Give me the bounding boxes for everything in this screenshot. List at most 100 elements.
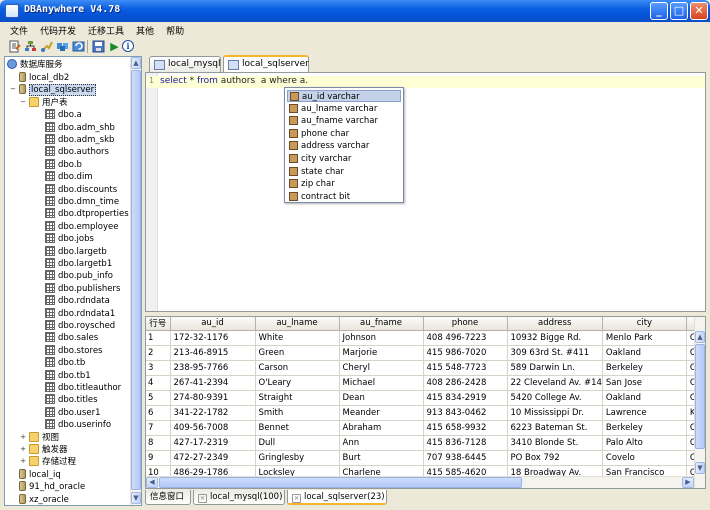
tree-item[interactable]: dbo.pub_info bbox=[45, 270, 113, 282]
table-row[interactable]: 7 409-56-7008 Bennet Abraham 415 658-9932 622… bbox=[146, 420, 703, 436]
tree-item[interactable]: dbo.tb bbox=[45, 357, 85, 369]
tree-item[interactable]: dbo.adm_skb bbox=[45, 134, 114, 146]
table-cell[interactable]: 3410 Blonde St. bbox=[507, 435, 603, 451]
table-cell[interactable]: Berkeley bbox=[602, 420, 687, 436]
tree-expander-icon[interactable]: + bbox=[19, 458, 27, 466]
schema-icon[interactable] bbox=[24, 40, 37, 53]
table-cell[interactable]: 415 836-7128 bbox=[423, 435, 508, 451]
table-cell[interactable]: 707 938-6445 bbox=[423, 450, 508, 466]
tree-root[interactable]: 数据库服务 bbox=[7, 59, 63, 71]
table-cell[interactable]: 10932 Bigge Rd. bbox=[507, 330, 603, 346]
tab-local-mysql[interactable]: local_mysql bbox=[149, 56, 221, 72]
column-header[interactable]: 行号 bbox=[146, 317, 171, 331]
tree-item[interactable]: dbo.b bbox=[45, 158, 82, 171]
table-cell[interactable]: 5 bbox=[146, 390, 171, 406]
minimize-button[interactable]: _ bbox=[650, 2, 668, 20]
table-row[interactable]: 2 213-46-8915 Green Marjorie 415 986-7020 309… bbox=[146, 345, 703, 361]
table-cell[interactable]: 341-22-1782 bbox=[170, 405, 256, 421]
autocomplete-item[interactable]: au_fname varchar bbox=[287, 115, 401, 127]
tree-item[interactable]: local_sqlserver − bbox=[10, 84, 97, 97]
table-cell[interactable]: 415 986-7020 bbox=[423, 345, 508, 361]
column-header[interactable]: address bbox=[507, 317, 603, 331]
tree-item[interactable]: local_iq bbox=[19, 468, 61, 481]
tab-info-window[interactable]: 信息窗口 bbox=[145, 490, 191, 505]
tree-item[interactable]: 存储过程 + bbox=[20, 456, 76, 468]
tab-local-sqlserver[interactable]: local_sqlserver bbox=[223, 55, 309, 73]
tree-item[interactable]: dbo.a bbox=[45, 109, 82, 121]
grid-horizontal-scrollbar[interactable]: ◀ ▶ bbox=[146, 476, 694, 488]
table-cell[interactable]: Straight bbox=[255, 390, 340, 406]
disconnect-icon[interactable] bbox=[56, 40, 69, 53]
info-icon[interactable]: i bbox=[122, 40, 134, 52]
tab-result-local-sqlserver[interactable]: ✕ local_sqlserver(23) bbox=[287, 490, 387, 505]
column-header[interactable]: au_fname bbox=[339, 317, 424, 331]
table-cell[interactable]: Ann bbox=[339, 435, 424, 451]
table-cell[interactable]: PO Box 792 bbox=[507, 450, 603, 466]
refresh-icon[interactable] bbox=[72, 40, 85, 53]
table-cell[interactable]: 408 496-7223 bbox=[423, 330, 508, 346]
table-row[interactable]: 4 267-41-2394 O'Leary Michael 408 286-2428 22… bbox=[146, 375, 703, 391]
table-cell[interactable]: 22 Cleveland Av. #14 bbox=[507, 375, 603, 391]
grid-scroll-up-button[interactable]: ▲ bbox=[695, 331, 705, 343]
sql-editor[interactable]: 1 select * from authors a where a. au_id… bbox=[145, 72, 706, 312]
table-row[interactable]: 6 341-22-1782 Smith Meander 913 843-0462 10 M… bbox=[146, 405, 703, 421]
table-cell[interactable]: 9 bbox=[146, 450, 171, 466]
tree-item[interactable]: xz_oracle bbox=[19, 493, 69, 505]
tree-item[interactable]: 91_hd_oracle bbox=[19, 481, 85, 493]
tree-item[interactable]: dbo.dmn_time bbox=[45, 196, 119, 208]
table-cell[interactable]: Smith bbox=[255, 405, 340, 421]
new-script-icon[interactable] bbox=[8, 40, 21, 53]
tree-item[interactable]: dbo.dtproperties bbox=[45, 208, 129, 220]
table-cell[interactable]: Johnson bbox=[339, 330, 424, 346]
table-cell[interactable]: 213-46-8915 bbox=[170, 345, 256, 361]
close-tab-icon[interactable]: ✕ bbox=[198, 494, 207, 503]
table-cell[interactable]: 589 Darwin Ln. bbox=[507, 360, 603, 376]
tree-expander-icon[interactable]: − bbox=[19, 98, 27, 107]
table-cell[interactable]: Abraham bbox=[339, 420, 424, 436]
menu-migration-tools[interactable]: 迁移工具 bbox=[82, 22, 130, 37]
table-cell[interactable]: Michael bbox=[339, 375, 424, 391]
tree-item[interactable]: local_db2 bbox=[19, 72, 69, 84]
table-cell[interactable]: 238-95-7766 bbox=[170, 360, 256, 376]
menu-other[interactable]: 其他 bbox=[130, 22, 160, 37]
table-row[interactable]: 1 172-32-1176 White Johnson 408 496-7223 1093… bbox=[146, 330, 703, 346]
tree-item[interactable]: dbo.discounts bbox=[45, 183, 117, 196]
tree-item[interactable]: dbo.largetb bbox=[45, 245, 107, 258]
table-row[interactable]: 8 427-17-2319 Dull Ann 415 836-7128 3410 Blon… bbox=[146, 435, 703, 451]
table-cell[interactable]: 4 bbox=[146, 375, 171, 391]
autocomplete-item[interactable]: contract bit bbox=[287, 191, 401, 203]
table-cell[interactable]: White bbox=[255, 330, 340, 346]
tree-item[interactable]: dbo.titleauthor bbox=[45, 382, 121, 394]
close-tab-icon[interactable]: ✕ bbox=[292, 494, 301, 503]
autocomplete-item[interactable]: au_lname varchar bbox=[287, 103, 401, 115]
tree-item[interactable]: dbo.userinfo bbox=[45, 419, 111, 431]
sql-code[interactable]: select * from authors a where a. bbox=[160, 76, 308, 86]
table-cell[interactable]: 1 bbox=[146, 330, 171, 346]
tree-item[interactable]: dbo.dim bbox=[45, 171, 93, 183]
tree-item[interactable]: dbo.titles bbox=[45, 394, 98, 406]
table-cell[interactable]: 309 63rd St. #411 bbox=[507, 345, 603, 361]
table-cell[interactable]: Green bbox=[255, 345, 340, 361]
table-cell[interactable]: 415 658-9932 bbox=[423, 420, 508, 436]
tree-item[interactable]: dbo.employee bbox=[45, 220, 119, 233]
autocomplete-item[interactable]: au_id varchar bbox=[287, 90, 401, 102]
grid-vertical-scrollbar[interactable]: ▲ ▼ bbox=[694, 317, 705, 488]
connect-icon[interactable] bbox=[40, 40, 53, 53]
autocomplete-item[interactable]: state char bbox=[287, 166, 401, 178]
table-cell[interactable]: 415 548-7723 bbox=[423, 360, 508, 376]
table-cell[interactable]: 2 bbox=[146, 345, 171, 361]
table-cell[interactable]: 10 Mississippi Dr. bbox=[507, 405, 603, 421]
autocomplete-item[interactable]: city varchar bbox=[287, 153, 401, 165]
tree-item[interactable]: dbo.jobs bbox=[45, 233, 94, 245]
table-cell[interactable]: 5420 College Av. bbox=[507, 390, 603, 406]
menu-file[interactable]: 文件 bbox=[4, 22, 34, 37]
table-cell[interactable]: 409-56-7008 bbox=[170, 420, 256, 436]
tab-result-local-mysql[interactable]: ✕ local_mysql(100) bbox=[193, 490, 285, 505]
table-cell[interactable]: 408 286-2428 bbox=[423, 375, 508, 391]
table-cell[interactable]: Marjorie bbox=[339, 345, 424, 361]
tree-item[interactable]: 用户表 − bbox=[20, 96, 68, 109]
table-row[interactable]: 5 274-80-9391 Straight Dean 415 834-2919 5420… bbox=[146, 390, 703, 406]
table-row[interactable]: 9 472-27-2349 Gringlesby Burt 707 938-6445 PO… bbox=[146, 450, 703, 466]
column-header[interactable]: phone bbox=[423, 317, 508, 331]
table-cell[interactable]: Dean bbox=[339, 390, 424, 406]
